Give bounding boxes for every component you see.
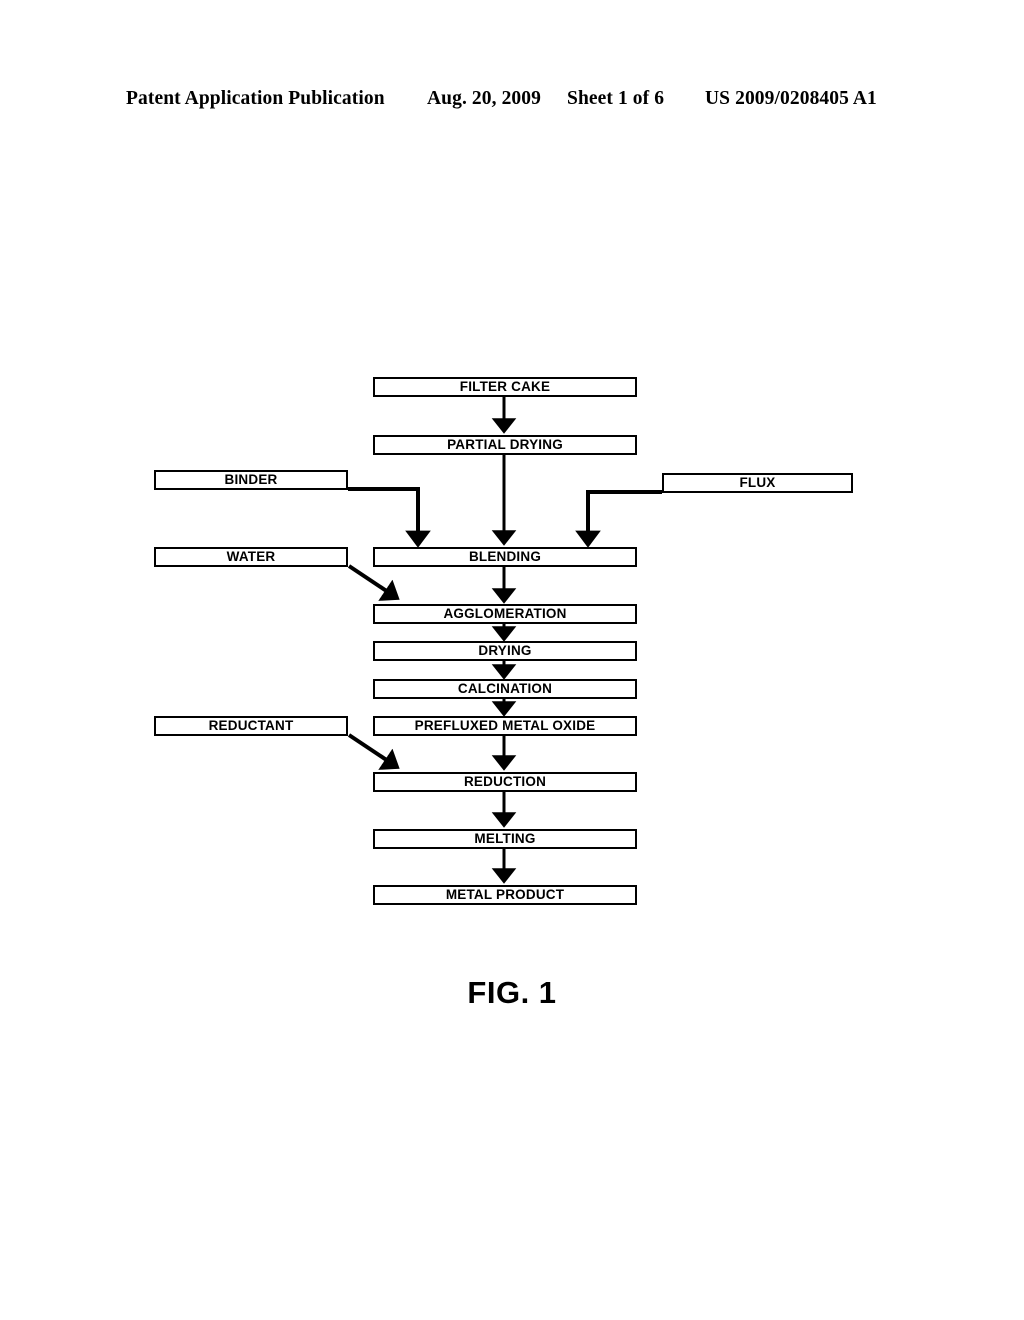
process-node-prefluxed-metal-oxide: PREFLUXED METAL OXIDE [373, 716, 637, 736]
process-node-calcination: CALCINATION [373, 679, 637, 699]
process-node-metal-product: METAL PRODUCT [373, 885, 637, 905]
figure-caption: FIG. 1 [467, 975, 557, 1010]
connector-reductant-to-reduction [347, 733, 400, 770]
process-node-label: PREFLUXED METAL OXIDE [414, 718, 596, 734]
process-node-label: BLENDING [468, 549, 542, 565]
input-node-reductant: REDUCTANT [154, 716, 348, 736]
process-node-partial-drying: PARTIAL DRYING [373, 435, 637, 455]
connector-binder-to-blending [348, 487, 431, 548]
input-node-label: REDUCTANT [208, 718, 294, 734]
process-node-blending: BLENDING [373, 547, 637, 567]
connector-water-to-agglomeration [347, 564, 400, 601]
input-node-label: BINDER [224, 472, 278, 488]
process-node-label: REDUCTION [463, 774, 547, 790]
process-node-drying: DRYING [373, 641, 637, 661]
input-node-binder: BINDER [154, 470, 348, 490]
process-node-label: FILTER CAKE [459, 379, 551, 395]
input-node-water: WATER [154, 547, 348, 567]
process-node-label: AGGLOMERATION [443, 606, 567, 622]
process-node-label: METAL PRODUCT [445, 887, 565, 903]
input-node-label: WATER [226, 549, 276, 565]
input-node-flux: FLUX [662, 473, 853, 493]
process-node-agglomeration: AGGLOMERATION [373, 604, 637, 624]
process-node-label: PARTIAL DRYING [447, 437, 563, 453]
process-node-label: DRYING [478, 643, 532, 659]
figure-1-flowchart: FILTER CAKE PARTIAL DRYING BLENDING AGGL… [0, 0, 1024, 1320]
process-node-label: MELTING [474, 831, 536, 847]
input-node-label: FLUX [739, 475, 776, 491]
process-node-melting: MELTING [373, 829, 637, 849]
process-node-reduction: REDUCTION [373, 772, 637, 792]
process-node-filter-cake: FILTER CAKE [373, 377, 637, 397]
process-node-label: CALCINATION [457, 681, 553, 697]
connector-flux-to-blending [575, 490, 662, 548]
